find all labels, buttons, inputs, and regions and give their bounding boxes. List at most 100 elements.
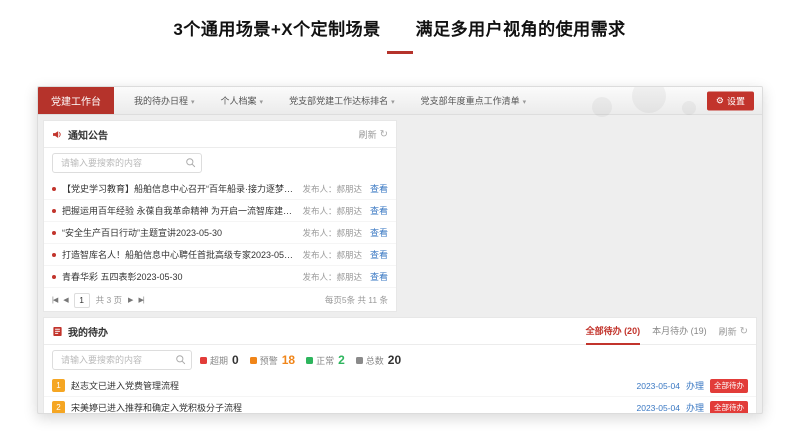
stat-normal: 正常 2 <box>306 353 345 367</box>
normal-icon <box>306 357 313 364</box>
nav-item-schedule[interactable]: 我的待办日程▾ <box>134 94 195 107</box>
todos-header: 我的待办 全部待办 (20) 本月待办 (19) 刷新 ↻ <box>44 318 756 345</box>
search-icon[interactable] <box>185 157 196 168</box>
stat-label: 预警 <box>260 354 278 367</box>
search-input[interactable] <box>52 153 202 173</box>
tab-all-todos[interactable]: 全部待办 (20) <box>586 318 641 345</box>
last-page-button[interactable]: ▶| <box>138 296 143 304</box>
chevron-down-icon: ▾ <box>191 99 195 106</box>
announcements-pager: |◀ ◀ 1 共 3 页 ▶ ▶| 每页5条 共 11 条 <box>44 288 396 312</box>
todo-number-badge: 1 <box>52 379 65 392</box>
announcement-title: 把握运用百年经验 永葆自我革命精神 为开启一流智库建设新局面提供坚强保... <box>62 204 294 217</box>
announcement-row: 打造智库名人！船舶信息中心聘任首批高级专家2023-05-30 发布人：郝朋达 … <box>44 244 396 266</box>
announcement-title: 【党史学习教育】船舶信息中心召开“百年船录·接力逐梦”五四青年座谈会202... <box>62 182 294 195</box>
refresh-icon: ↻ <box>380 129 388 140</box>
megaphone-icon <box>52 129 63 140</box>
first-page-button[interactable]: |◀ <box>52 296 57 304</box>
gear-icon: ⚙ <box>716 95 724 106</box>
refresh-button[interactable]: 刷新 ↻ <box>719 325 748 338</box>
page-title: 3个通用场景+X个定制场景 满足多用户视角的使用需求 <box>0 0 799 40</box>
todos-search-row: 超期0 预警 18 正常 2 总数20 <box>44 345 756 375</box>
announcement-title: 打造智库名人！船舶信息中心聘任首批高级专家2023-05-30 <box>62 248 294 261</box>
bullet-icon <box>52 253 56 257</box>
stat-value: 18 <box>282 353 295 367</box>
nav-item-key-work-list[interactable]: 党支部年度重点工作清单▾ <box>421 94 527 107</box>
bullet-icon <box>52 231 56 235</box>
announcements-header: 通知公告 刷新 ↻ <box>44 121 396 148</box>
settings-button[interactable]: ⚙ 设置 <box>707 91 754 110</box>
stat-value: 2 <box>338 353 345 367</box>
stat-label: 正常 <box>316 354 334 367</box>
home-tab[interactable]: 党建工作台 <box>38 87 114 114</box>
nav-item-label: 党支部年度重点工作清单 <box>421 96 520 106</box>
chevron-down-icon: ▾ <box>391 99 395 106</box>
todo-row: 1 赵志文已进入党费管理流程 2023-05-04 办理 全部待办 <box>44 375 756 397</box>
stat-value: 20 <box>388 353 401 367</box>
todo-stats: 超期0 预警 18 正常 2 总数20 <box>200 353 401 367</box>
pages-total: 共 3 页 <box>96 294 122 306</box>
announcement-publisher: 发布人：郝朋达 <box>302 227 362 239</box>
refresh-button[interactable]: 刷新 ↻ <box>359 128 388 141</box>
todo-row: 2 宋美婷已进入推荐和确定入党积极分子流程 2023-05-04 办理 全部待办 <box>44 397 756 414</box>
total-icon <box>356 357 363 364</box>
refresh-label: 刷新 <box>719 325 737 338</box>
stat-overdue: 超期0 <box>200 353 239 367</box>
search-icon[interactable] <box>175 354 186 365</box>
checklist-icon <box>52 326 63 337</box>
nav-item-label: 个人档案 <box>221 96 257 106</box>
view-link[interactable]: 查看 <box>370 270 388 283</box>
refresh-icon: ↻ <box>740 326 748 337</box>
page-summary: 每页5条 共 11 条 <box>325 294 388 306</box>
announcement-publisher: 发布人：郝朋达 <box>302 271 362 283</box>
todos-title: 我的待办 <box>68 324 108 339</box>
nav-item-label: 党支部党建工作达标排名 <box>289 96 388 106</box>
overdue-icon <box>200 357 207 364</box>
announcements-list: 【党史学习教育】船舶信息中心召开“百年船录·接力逐梦”五四青年座谈会202...… <box>44 178 396 288</box>
bullet-icon <box>52 209 56 213</box>
nav-item-branch-ranking[interactable]: 党支部党建工作达标排名▾ <box>289 94 395 107</box>
announcement-publisher: 发布人：郝朋达 <box>302 205 362 217</box>
view-link[interactable]: 查看 <box>370 248 388 261</box>
todo-title: 赵志文已进入党费管理流程 <box>71 379 631 392</box>
announcement-title: 青春华彩 五四表彰2023-05-30 <box>62 270 294 283</box>
announcements-search-row <box>44 148 396 178</box>
view-link[interactable]: 查看 <box>370 182 388 195</box>
announcements-title: 通知公告 <box>68 127 108 142</box>
todo-date: 2023-05-04 <box>637 403 680 413</box>
search-input[interactable] <box>52 350 192 370</box>
stat-total: 总数20 <box>356 353 401 367</box>
todo-type-badge: 全部待办 <box>710 401 748 415</box>
stat-value: 0 <box>232 353 239 367</box>
todo-date: 2023-05-04 <box>637 381 680 391</box>
warning-icon <box>250 357 257 364</box>
view-link[interactable]: 查看 <box>370 204 388 217</box>
todo-title: 宋美婷已进入推荐和确定入党积极分子流程 <box>71 401 631 414</box>
handle-link[interactable]: 办理 <box>686 401 704 414</box>
todos-list: 1 赵志文已进入党费管理流程 2023-05-04 办理 全部待办 2 宋美婷已… <box>44 375 756 414</box>
page-number-box[interactable]: 1 <box>74 293 90 308</box>
handle-link[interactable]: 办理 <box>686 379 704 392</box>
todo-number-badge: 2 <box>52 401 65 414</box>
settings-label: 设置 <box>727 94 745 107</box>
announcement-row: 【党史学习教育】船舶信息中心召开“百年船录·接力逐梦”五四青年座谈会202...… <box>44 178 396 200</box>
nav-menu: 我的待办日程▾ 个人档案▾ 党支部党建工作达标排名▾ 党支部年度重点工作清单▾ <box>134 94 526 107</box>
tab-month-todos[interactable]: 本月待办 (19) <box>652 318 707 345</box>
todos-panel: 我的待办 全部待办 (20) 本月待办 (19) 刷新 ↻ <box>43 317 757 414</box>
prev-page-button[interactable]: ◀ <box>63 296 67 304</box>
title-underline <box>387 51 413 54</box>
announcement-publisher: 发布人：郝朋达 <box>302 249 362 261</box>
announcement-title: “安全生产百日行动”主题宣讲2023-05-30 <box>62 226 294 239</box>
nav-item-profile[interactable]: 个人档案▾ <box>221 94 264 107</box>
app-window: 党建工作台 我的待办日程▾ 个人档案▾ 党支部党建工作达标排名▾ 党支部年度重点… <box>37 86 763 414</box>
dashboard-content: 通知公告 刷新 ↻ 【党史学 <box>38 115 762 413</box>
nav-item-label: 我的待办日程 <box>134 96 188 106</box>
next-page-button[interactable]: ▶ <box>128 296 132 304</box>
chevron-down-icon: ▾ <box>260 99 264 106</box>
announcement-publisher: 发布人：郝朋达 <box>302 183 362 195</box>
announcements-panel: 通知公告 刷新 ↻ 【党史学 <box>43 120 397 312</box>
view-link[interactable]: 查看 <box>370 226 388 239</box>
chevron-down-icon: ▾ <box>523 99 527 106</box>
announcement-row: 青春华彩 五四表彰2023-05-30 发布人：郝朋达 查看 <box>44 266 396 288</box>
stat-warning: 预警 18 <box>250 353 295 367</box>
announcement-row: 把握运用百年经验 永葆自我革命精神 为开启一流智库建设新局面提供坚强保... 发… <box>44 200 396 222</box>
